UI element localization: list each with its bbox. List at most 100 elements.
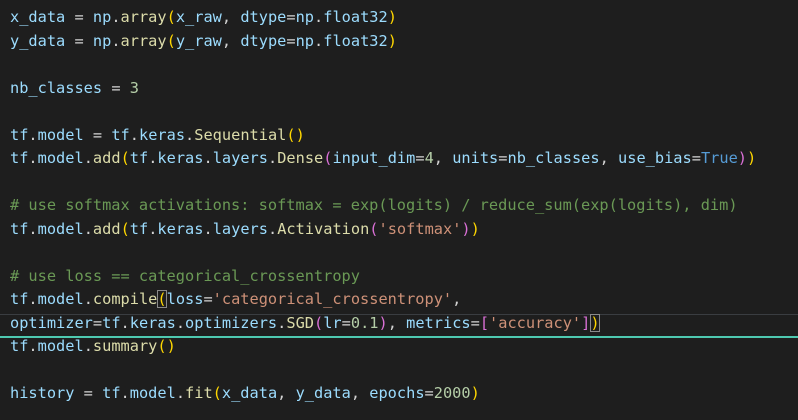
code-token: add	[92, 219, 121, 238]
code-line[interactable]: tf.model.add(tf.keras.layers.Activation(…	[10, 217, 480, 241]
code-token: .	[28, 337, 38, 355]
code-token: =	[415, 149, 425, 167]
code-token: loss	[166, 290, 204, 308]
code-token: model	[37, 125, 84, 144]
code-token: ,	[452, 290, 462, 308]
code-token: np	[92, 8, 112, 26]
code-token: Sequential	[194, 125, 287, 144]
code-token: True	[700, 149, 738, 167]
code-token: .	[83, 337, 93, 355]
code-token: input_dim	[332, 149, 416, 167]
code-token: .	[175, 384, 186, 402]
code-token: .	[83, 219, 93, 238]
code-token: )	[387, 8, 397, 26]
code-token: keras	[129, 313, 176, 332]
code-token: )	[737, 149, 747, 167]
code-line[interactable]: nb_classes = 3	[10, 76, 139, 100]
code-token: .	[83, 149, 93, 167]
code-token: .	[129, 125, 139, 144]
code-token: tf	[102, 384, 121, 402]
code-token: ,	[350, 384, 370, 402]
code-token: float32	[323, 31, 388, 50]
code-line[interactable]: tf.model.add(tf.keras.layers.Dense(input…	[10, 146, 756, 170]
code-token: =	[691, 149, 701, 167]
code-line[interactable]: tf.model.compile(loss='categorical_cross…	[10, 287, 461, 311]
code-token: tf	[10, 125, 29, 144]
code-line[interactable]: x_data = np.array(x_raw, dtype=np.float3…	[10, 5, 397, 29]
code-token: ,	[433, 149, 453, 167]
code-token: ,	[277, 384, 296, 402]
code-token: 0.1	[350, 313, 379, 332]
code-token: optimizer	[10, 313, 93, 332]
code-token: =	[74, 384, 103, 402]
code-token: .	[120, 313, 130, 332]
code-token: tf	[10, 290, 29, 308]
code-token: nb_classes	[10, 78, 103, 97]
code-token: layers	[212, 219, 268, 238]
code-token: tf	[10, 149, 29, 167]
code-token: =	[498, 149, 508, 167]
code-token: y_data	[10, 31, 66, 50]
code-token: )	[470, 219, 480, 238]
code-token: summary	[92, 337, 158, 355]
code-token: .	[277, 313, 287, 332]
code-token: 'categorical_crossentropy'	[212, 290, 453, 308]
code-token: add	[92, 149, 121, 167]
code-token: np	[92, 31, 112, 50]
code-line[interactable]: y_data = np.array(y_raw, dtype=np.float3…	[10, 29, 397, 53]
code-token: ,	[599, 149, 619, 167]
code-token: model	[37, 337, 84, 355]
code-line[interactable]: tf.model.summary()	[10, 334, 176, 358]
code-token: .	[28, 290, 38, 308]
code-token: (	[157, 290, 167, 308]
code-token: # use loss == categorical_crossentropy	[10, 266, 360, 285]
code-token: (	[120, 219, 130, 238]
code-token: compile	[92, 290, 158, 308]
code-token: (	[212, 384, 222, 402]
code-token: tf	[111, 125, 130, 144]
code-token: nb_classes	[507, 149, 600, 167]
code-token: =	[65, 31, 93, 50]
code-token: ()	[286, 125, 305, 144]
code-token: keras	[157, 149, 204, 167]
code-token: .	[111, 31, 121, 50]
code-token: units	[452, 149, 499, 167]
code-token: y_raw	[175, 31, 222, 50]
code-token: x_data	[10, 8, 66, 26]
code-token: np	[295, 8, 315, 26]
code-token: array	[120, 31, 167, 50]
code-line[interactable]: history = tf.model.fit(x_data, y_data, e…	[10, 381, 480, 405]
code-token: 'softmax'	[378, 219, 462, 238]
code-token: (	[314, 313, 324, 332]
code-token: .	[175, 313, 186, 332]
code-editor[interactable]: x_data = np.array(x_raw, dtype=np.float3…	[0, 0, 798, 420]
code-token: metrics	[406, 313, 471, 332]
code-token: .	[267, 149, 278, 167]
code-token: model	[129, 384, 176, 402]
code-token: =	[424, 384, 434, 402]
code-token: dtype	[240, 8, 287, 26]
code-token: .	[185, 125, 195, 144]
code-token: .	[28, 149, 38, 167]
code-token: (	[166, 8, 176, 26]
code-token: (	[120, 149, 130, 167]
code-line[interactable]: # use softmax activations: softmax = exp…	[10, 193, 738, 217]
code-token: )	[470, 384, 480, 402]
code-token: ()	[157, 337, 176, 355]
code-token: fit	[185, 384, 213, 402]
code-token: 'accuracy'	[489, 313, 582, 332]
code-token: float32	[323, 8, 388, 26]
code-token: .	[28, 219, 38, 238]
code-token: =	[286, 8, 296, 26]
code-line[interactable]: # use loss == categorical_crossentropy	[10, 264, 360, 288]
code-token: # use softmax activations: softmax = exp…	[10, 196, 738, 214]
code-line-active[interactable]: optimizer=tf.keras.optimizers.SGD(lr=0.1…	[10, 311, 600, 335]
code-token: keras	[157, 219, 204, 238]
code-line[interactable]: tf.model = tf.keras.Sequential()	[10, 123, 305, 147]
code-token: tf	[129, 219, 149, 238]
code-token: .	[203, 149, 213, 167]
code-token: =	[341, 313, 351, 332]
code-token: .	[83, 290, 93, 308]
code-token: .	[314, 8, 324, 26]
code-token: )	[461, 219, 471, 238]
